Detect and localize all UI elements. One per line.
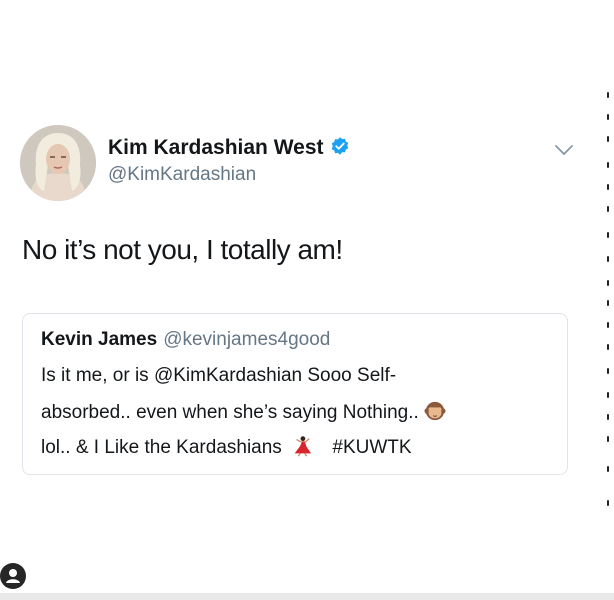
chevron-down-icon[interactable]	[554, 143, 574, 157]
tweet-text: No it’s not you, I totally am!	[22, 234, 343, 265]
verified-badge-icon	[331, 137, 348, 155]
quoted-tweet[interactable]: Kevin James @kevinjames4good Is it me, or…	[22, 313, 568, 475]
avatar[interactable]	[20, 125, 96, 201]
quoted-line-3: lol.. & I Like the Kardashians #KUWTK	[41, 435, 412, 459]
adjacent-post-edge	[602, 0, 614, 600]
quoted-handle: @kevinjames4good	[163, 329, 331, 350]
dancer-emoji	[294, 436, 312, 457]
see-no-evil-monkey-emoji	[424, 401, 446, 421]
bottom-border	[0, 593, 614, 600]
quoted-author: Kevin James @kevinjames4good	[41, 329, 330, 351]
display-name-text[interactable]: Kim Kardashian West	[108, 136, 324, 159]
quoted-line-2: absorbed.. even when she’s saying Nothin…	[41, 400, 446, 424]
quoted-display-name: Kevin James	[41, 329, 158, 350]
quoted-line-3-text: lol.. & I Like the Kardashians	[41, 437, 282, 458]
user-tag-icon[interactable]	[0, 563, 26, 589]
handle[interactable]: @KimKardashian	[108, 164, 256, 186]
hashtag[interactable]: #KUWTK	[332, 437, 411, 458]
tweet-card: Kim Kardashian West @KimKardashian No it…	[0, 0, 590, 590]
quoted-line-2-text: absorbed.. even when she’s saying Nothin…	[41, 402, 419, 423]
quoted-line-1: Is it me, or is @KimKardashian Sooo Self…	[41, 365, 397, 386]
display-name[interactable]: Kim Kardashian West	[108, 136, 350, 160]
